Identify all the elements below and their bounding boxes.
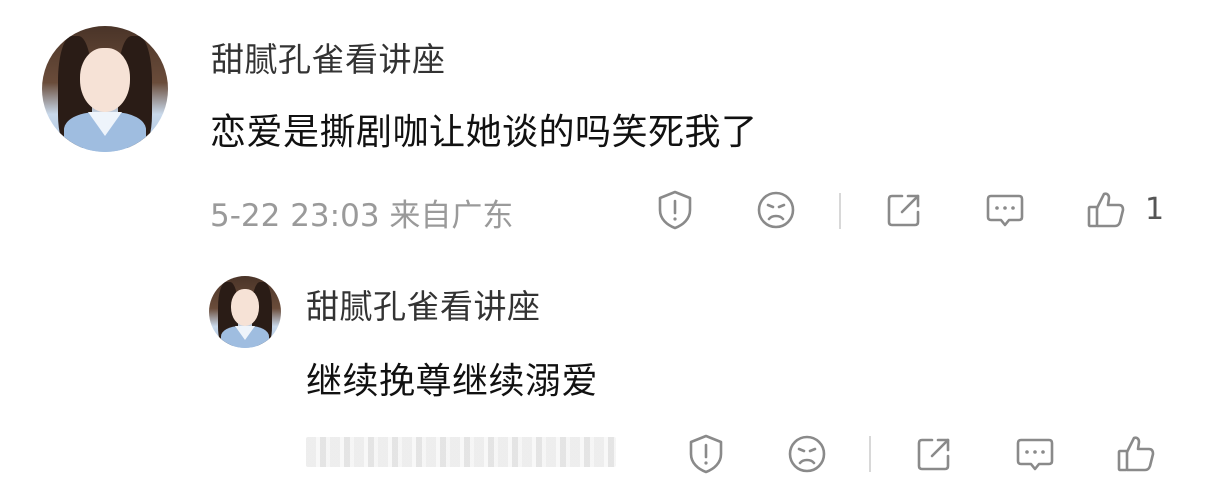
comment-meta: 5-22 23:03 来自广东 bbox=[210, 198, 514, 234]
reply-icon[interactable] bbox=[1013, 432, 1057, 476]
reply-icon[interactable] bbox=[983, 188, 1027, 232]
like-count: 1 bbox=[1145, 192, 1165, 227]
share-icon[interactable] bbox=[882, 188, 926, 232]
dislike-face-icon[interactable] bbox=[785, 432, 829, 476]
avatar[interactable] bbox=[209, 276, 281, 348]
share-icon[interactable] bbox=[912, 432, 956, 476]
blurred-meta bbox=[306, 437, 616, 467]
action-divider bbox=[869, 436, 871, 472]
report-icon[interactable] bbox=[684, 432, 728, 476]
avatar[interactable] bbox=[42, 26, 168, 152]
report-icon[interactable] bbox=[653, 188, 697, 232]
user-name[interactable]: 甜腻孔雀看讲座 bbox=[211, 33, 446, 81]
like-icon[interactable] bbox=[1114, 432, 1158, 476]
like-icon[interactable] bbox=[1084, 188, 1128, 232]
action-divider bbox=[839, 193, 841, 229]
comment-text: 恋爱是撕剧咖让她谈的吗笑死我了 bbox=[210, 112, 758, 153]
dislike-face-icon[interactable] bbox=[754, 188, 798, 232]
user-name[interactable]: 甜腻孔雀看讲座 bbox=[306, 280, 541, 328]
reply-text: 继续挽尊继续溺爱 bbox=[306, 361, 599, 402]
